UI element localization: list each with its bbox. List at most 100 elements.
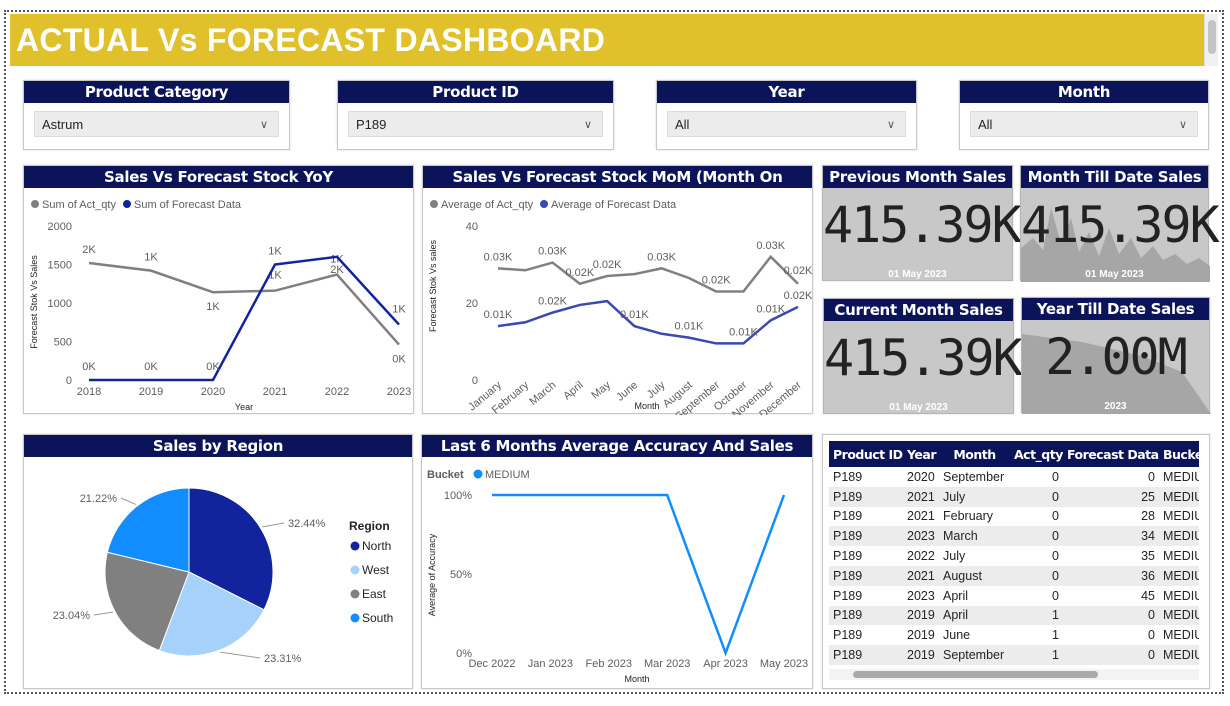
- table-cell: 0: [1010, 526, 1063, 547]
- title-banner: ACTUAL Vs FORECAST DASHBOARD: [10, 14, 1204, 66]
- data-label: 0.01K: [620, 309, 649, 321]
- table-row[interactable]: P189 2020 September 0 0 MEDIUM: [829, 467, 1199, 487]
- x-tick-label: Jan 2023: [528, 658, 573, 670]
- kpi-date: 01 May 2023: [1085, 269, 1144, 280]
- table-cell: MEDIUM: [1163, 509, 1199, 524]
- x-tick-label: 2020: [201, 386, 225, 398]
- dropdown-value: P189: [356, 117, 387, 132]
- accuracy-chart-svg: Bucket MEDIUM100%50%0%Dec 2022 Jan 2023 Feb…: [427, 469, 808, 684]
- table-cell: MEDIUM: [1163, 628, 1199, 643]
- kpi-year-till-date-sales[interactable]: Year Till Date Sales 2.00M 2023: [1021, 297, 1211, 414]
- kpi-value: 415.39K: [823, 196, 1022, 254]
- table-cell: P189: [833, 588, 863, 603]
- slicer-product-category: Product Category Astrum ∨: [23, 80, 290, 150]
- series-line-forecast: [89, 255, 400, 382]
- x-tick-label: 2019: [139, 386, 163, 398]
- table-cell: March: [939, 526, 1010, 547]
- vertical-scrollbar[interactable]: [1204, 14, 1218, 66]
- sales-by-region-chart[interactable]: Sales by Region 32.44% 23.31% 23.04% 21.22%…: [23, 434, 413, 689]
- table-cell: MEDIUM: [1159, 645, 1199, 665]
- chevron-down-icon[interactable]: ∨: [260, 112, 268, 138]
- x-tick-label: April: [561, 379, 586, 402]
- table-cell: April: [939, 605, 1010, 626]
- table-cell: 0: [1063, 605, 1159, 626]
- year-dropdown[interactable]: All ∨: [667, 111, 906, 137]
- column-header[interactable]: Forecast Data: [1063, 441, 1159, 467]
- chevron-down-icon[interactable]: ∨: [1179, 112, 1187, 138]
- accuracy-chart[interactable]: Last 6 Months Average Accuracy And Sales…: [421, 434, 813, 689]
- data-label: 0.02K: [593, 259, 622, 271]
- table-cell: 0: [1063, 645, 1159, 665]
- table-row[interactable]: P189 2023 April 0 45 MEDIUM: [829, 586, 1199, 606]
- y-axis-title: Forecast Stok Vs Sales: [29, 255, 39, 349]
- kpi-label: Month Till Date Sales: [1021, 166, 1208, 188]
- table-row[interactable]: P1892021August036MEDIUM: [829, 565, 1199, 586]
- table-cell: 2020: [907, 469, 935, 484]
- kpi-date: 01 May 2023: [888, 269, 947, 280]
- data-label: 2K: [82, 244, 96, 256]
- table-cell: 2021: [907, 509, 935, 524]
- slicer-label: Product Category: [24, 81, 289, 103]
- chevron-down-icon[interactable]: ∨: [584, 112, 592, 138]
- data-label: 2K: [330, 264, 344, 276]
- data-label: 0.03K: [756, 240, 785, 252]
- slicer-month: Month All ∨: [959, 80, 1209, 150]
- table-row[interactable]: P1892021July025MEDIUM: [829, 486, 1199, 507]
- kpi-month-till-date-sales[interactable]: Month Till Date Sales 415.39K 01 May 202…: [1020, 165, 1220, 282]
- table-row[interactable]: P189 2019 June 1 0 MEDIUM: [829, 625, 1199, 645]
- y-tick-label: 500: [54, 337, 72, 349]
- pie-chart-svg: 32.44% 23.31% 23.04% 21.22% Region North West E…: [53, 487, 393, 665]
- table-cell: 2023: [907, 588, 935, 603]
- data-table: Product ID Year Month Act_qty Forecast Data B…: [829, 441, 1199, 674]
- table-cell: June: [943, 628, 971, 643]
- column-header[interactable]: Product ID: [829, 441, 903, 467]
- table-row[interactable]: P189 2022 July 0 35 MEDIUM: [829, 546, 1199, 566]
- column-header[interactable]: Act_qty: [1010, 441, 1063, 467]
- kpi-date: 01 May 2023: [889, 402, 948, 413]
- table-row[interactable]: P1892019September10MEDIUM: [829, 645, 1199, 665]
- legend-marker: [473, 469, 483, 479]
- scrollbar-thumb[interactable]: [1208, 20, 1216, 54]
- dropdown-value: Astrum: [42, 117, 84, 132]
- data-label: 0.02K: [702, 274, 731, 286]
- slicer-label: Product ID: [338, 81, 613, 103]
- legend-label: East: [362, 587, 387, 601]
- column-header[interactable]: Bucket: [1159, 441, 1199, 467]
- table-cell: MEDIUM: [1163, 588, 1199, 603]
- table-cell: 36: [1063, 565, 1159, 586]
- table-header-row: Product ID Year Month Act_qty Forecast Data B…: [829, 441, 1199, 467]
- x-tick-label: May 2023: [760, 658, 808, 670]
- mom-chart[interactable]: Sales Vs Forecast Stock MoM (Month On Mo…: [422, 165, 813, 415]
- kpi-date: 2023: [1104, 401, 1127, 412]
- x-tick-label: 2022: [325, 386, 349, 398]
- table-cell: 0: [1010, 565, 1063, 586]
- column-header[interactable]: Year: [903, 441, 939, 467]
- kpi-previous-month-sales[interactable]: Previous Month Sales 415.39K 01 May 2023: [822, 165, 1022, 281]
- kpi-label: Year Till Date Sales: [1022, 298, 1209, 320]
- yoy-chart[interactable]: Sales Vs Forecast Stock YoY Sum of Act_q…: [23, 165, 414, 414]
- table-cell: September: [943, 469, 1005, 484]
- table-cell: P189: [829, 486, 903, 507]
- table-cell: 0: [1052, 469, 1059, 484]
- table-viewport[interactable]: Product ID Year Month Act_qty Forecast Data B…: [829, 441, 1199, 674]
- month-dropdown[interactable]: All ∨: [970, 111, 1198, 137]
- x-tick-label: Mar 2023: [644, 658, 690, 670]
- data-table-card: Product ID Year Month Act_qty Forecast Data B…: [822, 434, 1210, 689]
- kpi-current-month-sales[interactable]: Current Month Sales 415.39K 01 May 2023: [823, 298, 1023, 414]
- table-cell: 25: [1063, 486, 1159, 507]
- product-id-dropdown[interactable]: P189 ∨: [348, 111, 603, 137]
- table-cell: September: [939, 645, 1010, 665]
- legend-label: MEDIUM: [485, 469, 530, 481]
- data-label: 0K: [82, 361, 96, 373]
- table-row[interactable]: P1892019April10MEDIUM: [829, 605, 1199, 626]
- data-label: 0.02K: [565, 267, 594, 279]
- leader-line: [93, 611, 114, 616]
- horizontal-scrollbar-thumb[interactable]: [853, 671, 1098, 678]
- chevron-down-icon[interactable]: ∨: [887, 112, 895, 138]
- table-row[interactable]: P1892023March034MEDIUM: [829, 526, 1199, 547]
- product-category-dropdown[interactable]: Astrum ∨: [34, 111, 279, 137]
- column-header[interactable]: Month: [939, 441, 1010, 467]
- table-cell: July: [939, 486, 1010, 507]
- y-tick-label: 50%: [450, 569, 472, 581]
- table-row[interactable]: P189 2021 February 0 28 MEDIUM: [829, 507, 1199, 527]
